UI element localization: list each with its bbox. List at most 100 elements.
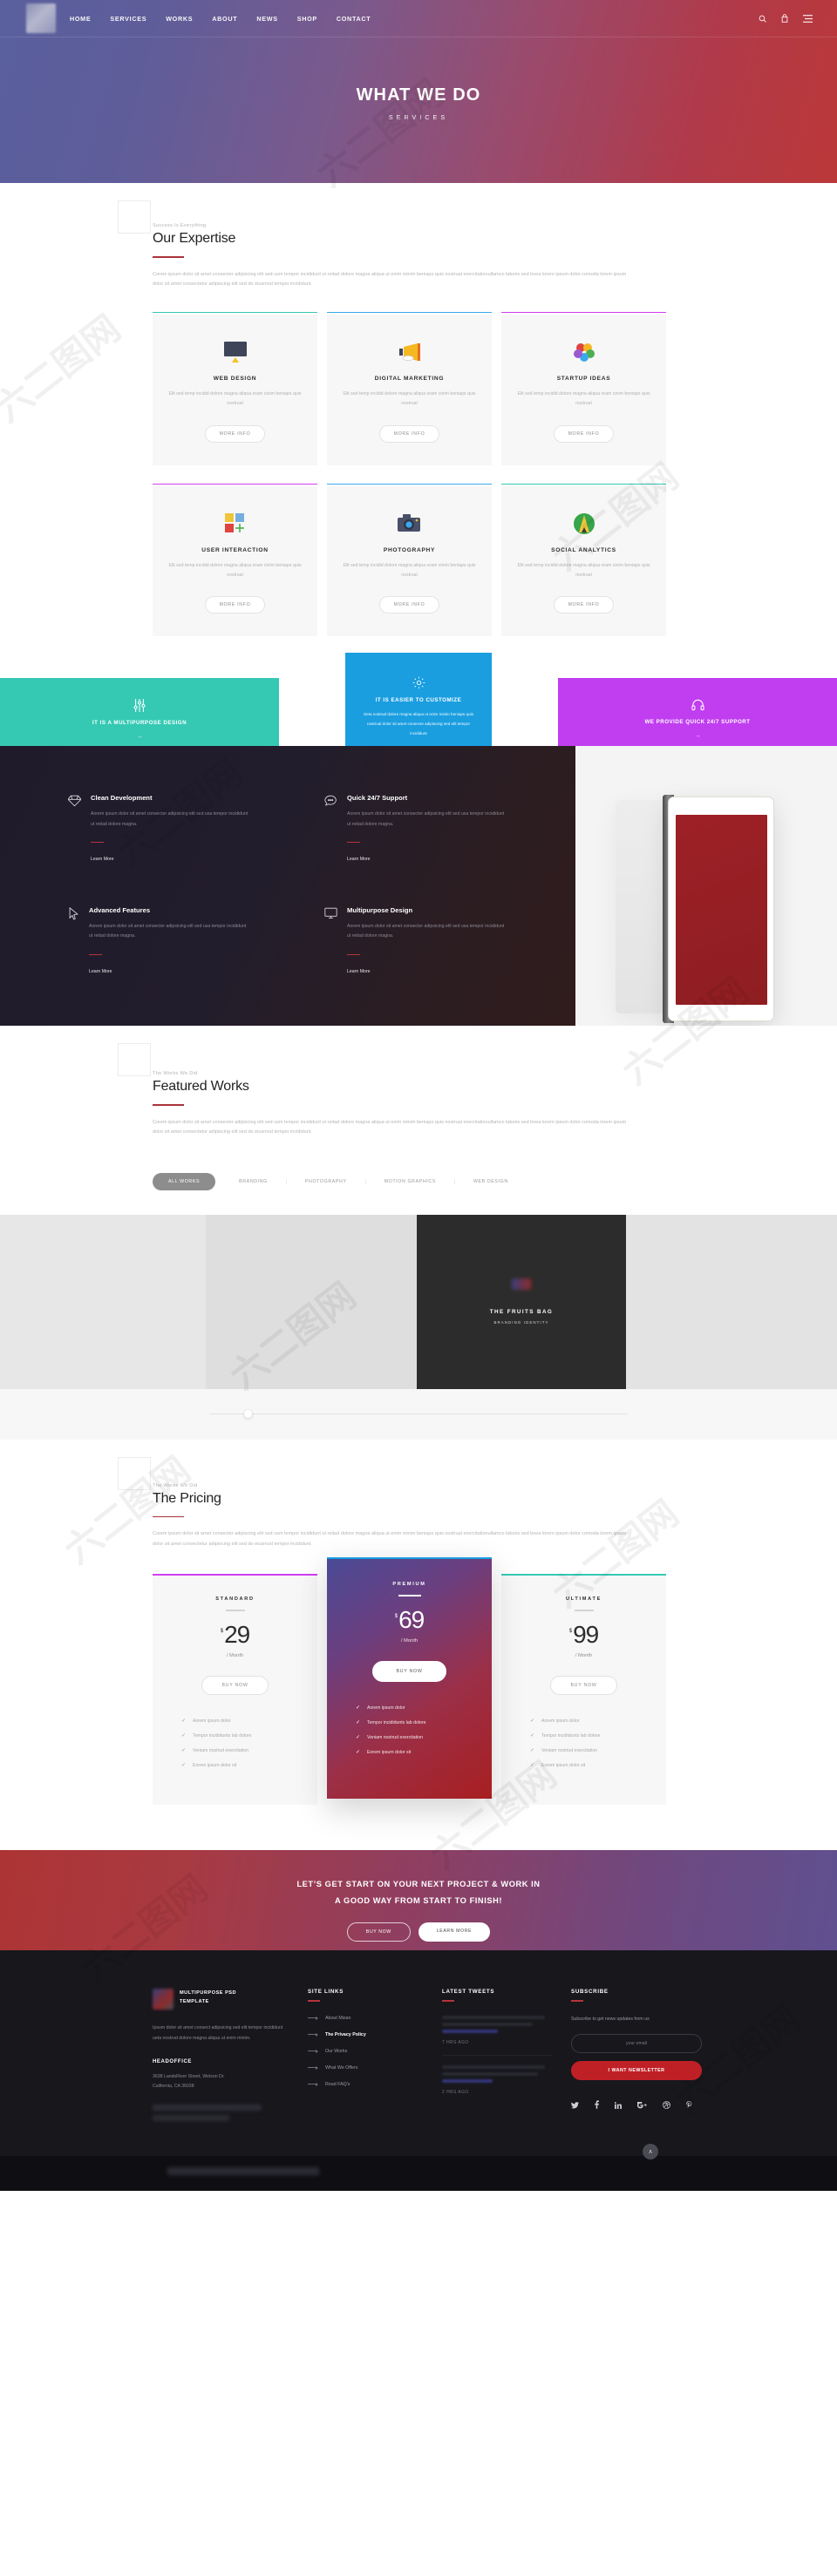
cart-icon[interactable] — [781, 14, 788, 23]
email-field[interactable]: your email — [571, 2033, 702, 2053]
tweet-item[interactable]: 7 HRS AGO — [442, 2015, 552, 2045]
monitor-icon — [167, 336, 303, 369]
cta-banner: LET’S GET START ON YOUR NEXT PROJECT & W… — [0, 1850, 837, 1951]
google-plus-icon[interactable] — [636, 2098, 647, 2113]
pricing-plans: STANDARD $ 29 / Month BUY NOW ✓ Aorem ips… — [153, 1557, 684, 1806]
plan-feature-label: Veniam nostrud exercitation — [541, 1747, 598, 1753]
cta-buy-now-button[interactable]: BUY NOW — [346, 1922, 411, 1942]
buy-now-button[interactable]: BUY NOW — [550, 1676, 617, 1696]
facebook-icon[interactable] — [595, 2098, 599, 2113]
portfolio-item-placeholder[interactable] — [0, 1214, 206, 1389]
pinterest-icon[interactable] — [686, 2098, 692, 2113]
nav-item-news[interactable]: NEWS — [256, 15, 277, 23]
service-desc: Elit sed temp incidid dolore magna aliqu… — [168, 562, 302, 578]
diamond-icon — [67, 794, 82, 864]
learn-more-link[interactable]: Learn More — [347, 857, 371, 862]
check-icon: ✓ — [356, 1720, 361, 1726]
filter-all-works[interactable]: ALL WORKS — [153, 1172, 216, 1190]
nav-item-services[interactable]: SERVICES — [110, 15, 146, 23]
more-info-button[interactable]: MORE INFO — [553, 424, 615, 443]
newsletter-submit-button[interactable]: I WANT NEWSLETTER — [571, 2060, 702, 2080]
footer-link-label: The Privacy Policy — [325, 2031, 366, 2037]
linkedin-icon[interactable] — [614, 2098, 622, 2113]
tweet-timestamp: 7 HRS AGO — [442, 2039, 469, 2045]
back-to-top-button[interactable]: ∧ — [643, 2143, 658, 2159]
carousel-scrollbar-track[interactable] — [209, 1409, 628, 1418]
service-card[interactable]: STARTUP IDEAS Elit sed temp incidid dolo… — [501, 311, 666, 465]
footer-logo[interactable] — [153, 1989, 174, 2010]
service-card[interactable]: WEB DESIGN Elit sed temp incidid dolore … — [153, 311, 317, 465]
portfolio-item-active[interactable]: THE FRUITS BAG BRANDING IDENTITY — [417, 1214, 626, 1389]
check-icon: ✓ — [530, 1733, 535, 1739]
plan-feature-label: Aorem ipsum dolor — [193, 1718, 231, 1724]
footer-link[interactable]: Read FAQ’s — [308, 2082, 423, 2087]
menu-icon[interactable] — [803, 14, 813, 23]
card-accent-bar — [327, 483, 492, 485]
cursor-icon — [68, 906, 79, 977]
site-logo[interactable] — [26, 3, 56, 33]
pricing-plan-standard: STANDARD $ 29 / Month BUY NOW ✓ Aorem ips… — [153, 1574, 317, 1806]
learn-more-link[interactable]: Learn More — [89, 969, 112, 974]
footer-link[interactable]: The Privacy Policy — [308, 2032, 423, 2037]
nav-item-contact[interactable]: CONTACT — [337, 15, 371, 23]
filter-branding[interactable]: BRANDING — [221, 1178, 287, 1184]
banner-multipurpose-design[interactable]: IT IS A MULTIPURPOSE DESIGN → — [0, 678, 279, 747]
service-card[interactable]: SOCIAL ANALYTICS Elit sed temp incidid d… — [501, 483, 666, 637]
arrow-right-icon[interactable]: → — [558, 733, 837, 739]
portfolio-item-placeholder[interactable] — [626, 1214, 837, 1389]
buy-now-button[interactable]: BUY NOW — [201, 1676, 269, 1696]
plan-price: $ 69 — [341, 1607, 478, 1631]
works-description: Corem ipsum dolor sit amet consecter adi… — [153, 1119, 627, 1135]
filter-photography[interactable]: PHOTOGRAPHY — [287, 1178, 366, 1184]
feature-divider — [91, 841, 104, 844]
nav-item-about[interactable]: ABOUT — [212, 15, 237, 23]
learn-more-link[interactable]: Learn More — [91, 857, 114, 862]
plan-feature: ✓ Eorem ipsum dolor sit — [181, 1762, 303, 1769]
works-heading-block: The Works We Did Featured Works Corem ip… — [118, 1026, 684, 1138]
footer-address-line1: 3638 LandsRiver Street, Welson Dr. — [153, 2073, 225, 2079]
banner-support[interactable]: WE PROVIDE QUICK 24/7 SUPPORT → — [558, 678, 837, 747]
service-card[interactable]: USER INTERACTION Elit sed temp incidid d… — [153, 483, 317, 637]
portfolio-item-placeholder[interactable] — [206, 1214, 417, 1389]
more-info-button[interactable]: MORE INFO — [204, 424, 266, 443]
works-title: Featured Works — [153, 1078, 249, 1094]
check-icon: ✓ — [181, 1748, 187, 1754]
cta-headline-line1: LET’S GET START ON YOUR NEXT PROJECT & W… — [296, 1880, 541, 1889]
plan-accent-bar — [153, 1574, 317, 1576]
hero-banner: HOME SERVICES WORKS ABOUT NEWS SHOP CONT… — [0, 0, 837, 183]
footer-link[interactable]: Our Works — [308, 2049, 423, 2054]
filter-motion-graphics[interactable]: MOTION GRAPHICS — [366, 1178, 455, 1184]
footer-link[interactable]: About Mizan — [308, 2016, 423, 2021]
service-desc: Elit sed temp incidid dolore magna aliqu… — [517, 390, 650, 407]
plan-period: / Month — [575, 1653, 593, 1659]
footer-link-label: Our Works — [325, 2048, 348, 2054]
dribbble-icon[interactable] — [663, 2098, 670, 2113]
top-navigation: HOME SERVICES WORKS ABOUT NEWS SHOP CONT… — [0, 0, 837, 37]
carousel-scrollbar-knob[interactable] — [244, 1409, 252, 1418]
more-info-button[interactable]: MORE INFO — [378, 424, 440, 443]
cta-learn-more-button[interactable]: LEARN MORE — [418, 1922, 491, 1942]
footer-brand-line2: TEMPLATE — [180, 1999, 209, 2005]
nav-item-works[interactable]: WORKS — [166, 15, 193, 23]
feature-item: Multipurpose Design Aorem ipsum dolor si… — [324, 906, 530, 977]
twitter-icon[interactable] — [571, 2098, 579, 2113]
tweet-item[interactable]: 2 HRS AGO — [442, 2064, 552, 2095]
nav-item-home[interactable]: HOME — [70, 15, 91, 23]
footer-sitelinks-heading: SITE LINKS — [308, 1989, 344, 1996]
buy-now-button[interactable]: BUY NOW — [372, 1661, 446, 1683]
filter-web-design[interactable]: WEB DESIGN — [455, 1179, 527, 1184]
service-card[interactable]: DIGITAL MARKETING Elit sed temp incidid … — [327, 311, 492, 465]
banner-customize-card[interactable]: IT IS EASIER TO CUSTOMIZE Seta nostrud d… — [345, 653, 492, 747]
banner-description: Seta nostrud dolore magna aliqua ut enim… — [364, 712, 473, 736]
service-card[interactable]: PHOTOGRAPHY Elit sed temp incidid dolore… — [327, 483, 492, 637]
more-info-button[interactable]: MORE INFO — [378, 596, 440, 614]
featured-works-section: The Works We Did Featured Works Corem ip… — [0, 1026, 837, 1440]
arrow-right-icon[interactable]: → — [0, 734, 279, 740]
nav-item-shop[interactable]: SHOP — [297, 15, 317, 23]
footer-link[interactable]: What We Offers — [308, 2065, 423, 2071]
learn-more-link[interactable]: Learn More — [347, 969, 371, 974]
search-icon[interactable] — [759, 15, 766, 23]
more-info-button[interactable]: MORE INFO — [553, 596, 615, 614]
more-info-button[interactable]: MORE INFO — [204, 596, 266, 614]
plan-features: ✓ Aorem ipsum dolor ✓ Tempor incididunts l… — [167, 1718, 303, 1769]
